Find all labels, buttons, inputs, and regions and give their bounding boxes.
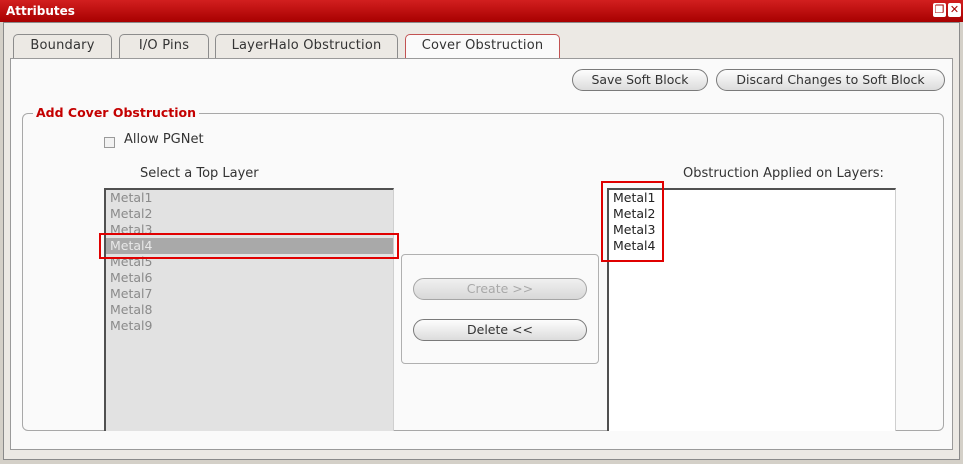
list-item[interactable]: Metal1 [106,190,393,206]
list-item[interactable]: Metal2 [106,206,393,222]
tab-label: Boundary [30,38,95,53]
list-item[interactable]: Metal2 [609,206,895,222]
list-item[interactable]: Metal4 [609,238,895,254]
save-soft-block-button[interactable]: Save Soft Block [572,69,708,91]
tab-cover-obstruction[interactable]: Cover Obstruction [405,34,560,59]
tab-label: LayerHalo Obstruction [231,38,382,53]
top-layer-label: Select a Top Layer [140,166,259,181]
top-layer-list[interactable]: Metal1 Metal2 Metal3 Metal4 Metal5 Metal… [104,188,394,431]
group-title: Add Cover Obstruction [33,105,200,120]
list-item[interactable]: Metal5 [106,254,393,270]
tab-label: Cover Obstruction [421,38,544,53]
action-buttons-box [401,254,599,364]
tab-label: I/O Pins [138,38,190,53]
allow-pgnet-checkbox[interactable] [104,137,115,148]
list-item[interactable]: Metal8 [106,302,393,318]
list-item[interactable]: Metal1 [609,190,895,206]
restore-icon[interactable]: ❐ [933,3,946,17]
list-item[interactable]: Metal6 [106,270,393,286]
applied-layers-list[interactable]: Metal1 Metal2 Metal3 Metal4 [607,188,896,431]
window-titlebar: Attributes ❐ ✕ [0,0,963,22]
list-item-selected[interactable]: Metal4 [106,238,393,254]
applied-layers-label: Obstruction Applied on Layers: [683,166,884,181]
tab-layerhalo-obstruction[interactable]: LayerHalo Obstruction [215,34,398,58]
list-item[interactable]: Metal3 [609,222,895,238]
tab-io-pins[interactable]: I/O Pins [119,34,209,58]
close-icon[interactable]: ✕ [948,3,961,17]
window-title: Attributes [6,4,75,18]
delete-button[interactable]: Delete << [413,319,587,341]
create-button[interactable]: Create >> [413,278,587,300]
tab-boundary[interactable]: Boundary [13,34,112,58]
discard-changes-button[interactable]: Discard Changes to Soft Block [716,69,945,91]
list-item[interactable]: Metal7 [106,286,393,302]
list-item[interactable]: Metal9 [106,318,393,334]
allow-pgnet-label: Allow PGNet [124,132,204,147]
list-item[interactable]: Metal3 [106,222,393,238]
